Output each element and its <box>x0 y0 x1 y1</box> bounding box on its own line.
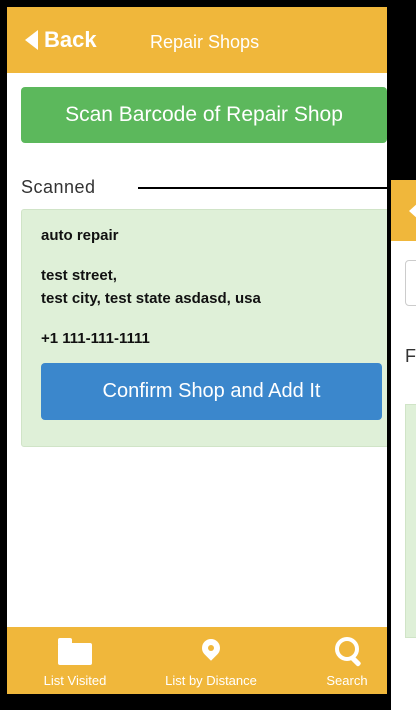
back-button[interactable]: Back <box>25 25 97 55</box>
back-label: Back <box>44 27 97 52</box>
back-arrow-icon[interactable] <box>409 202 416 220</box>
footer-tab-bar: List Visited List by Distance Search <box>7 627 387 694</box>
tab-search[interactable]: Search <box>317 627 377 694</box>
tab-label: List Visited <box>43 673 107 688</box>
section-divider <box>138 187 387 189</box>
overlapping-screen: F <box>387 176 416 710</box>
header-bar: Back Repair Shops <box>7 7 387 73</box>
back-arrow-icon <box>25 30 38 50</box>
shop-address-line1: test street, <box>41 267 117 284</box>
map-pin-icon <box>191 635 231 665</box>
tab-list-visited[interactable]: List Visited <box>34 627 116 694</box>
scanned-heading: Scanned <box>21 177 96 197</box>
shop-name: auto repair <box>41 227 119 244</box>
search-icon <box>327 637 367 668</box>
scanned-shop-card: auto repair test street, test city, test… <box>21 209 387 447</box>
tab-label: List by Distance <box>165 673 257 688</box>
scan-barcode-button[interactable]: Scan Barcode of Repair Shop <box>21 87 387 143</box>
overlay-card <box>405 404 416 638</box>
shop-phone: +1 111-111-1111 <box>41 330 150 347</box>
page-title: Repair Shops <box>150 32 260 52</box>
overlay-header-bar <box>391 180 416 241</box>
overlay-section-label: F <box>405 346 416 366</box>
folder-icon <box>55 637 95 665</box>
repair-shops-screen: Back Repair Shops Scan Barcode of Repair… <box>7 7 387 694</box>
tab-list-by-distance[interactable]: List by Distance <box>155 627 267 694</box>
tab-label: Search <box>326 673 368 688</box>
shop-address-line2: test city, test state asdasd, usa <box>41 290 261 307</box>
confirm-shop-button[interactable]: Confirm Shop and Add It <box>41 363 382 420</box>
overlay-input-field[interactable] <box>405 260 416 306</box>
